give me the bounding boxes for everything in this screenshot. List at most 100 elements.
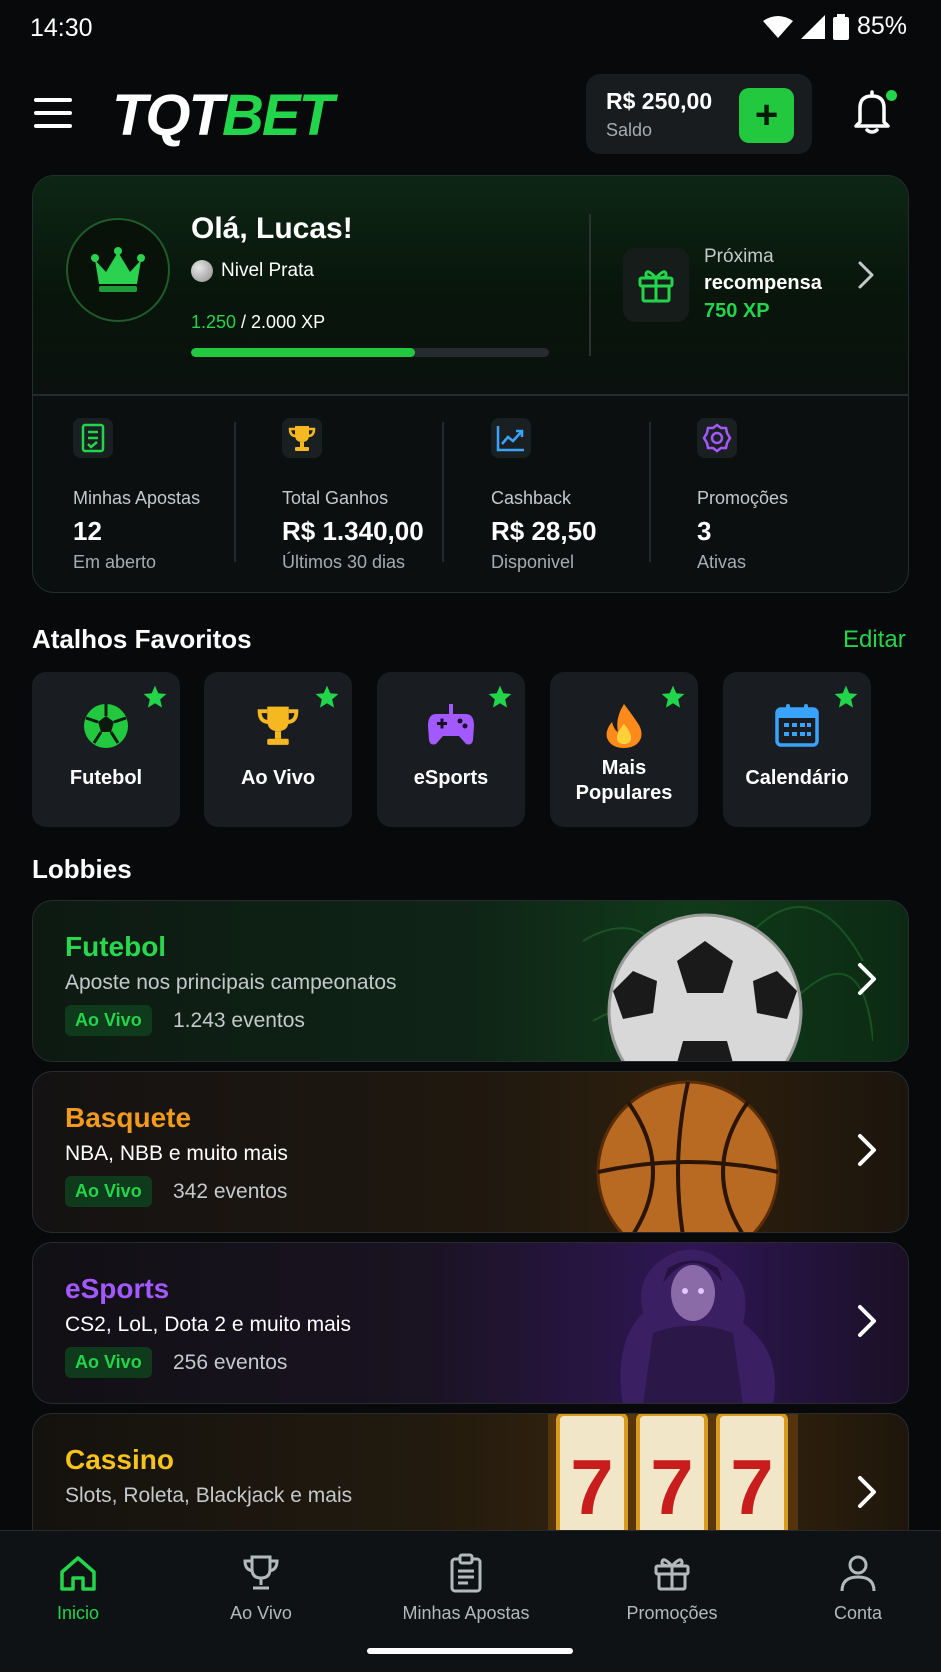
stat-label: Total Ganhos: [282, 488, 389, 508]
nav-minhas-apostas[interactable]: Minhas Apostas: [371, 1551, 561, 1624]
reward-gift-box[interactable]: [623, 248, 689, 322]
fire-icon: [606, 704, 642, 748]
lobby-title: Cassino: [65, 1444, 174, 1475]
stat-sub: Em aberto: [73, 552, 157, 572]
stat-sub: Ativas: [697, 552, 747, 572]
star-icon[interactable]: [142, 684, 168, 710]
chevron-right-icon[interactable]: [856, 961, 878, 997]
shortcuts-title: Atalhos Favoritos: [32, 624, 252, 654]
divider: [33, 394, 908, 396]
edit-shortcuts-link[interactable]: Editar: [843, 626, 906, 654]
nav-conta[interactable]: Conta: [763, 1551, 941, 1624]
soccer-ball-image: [582, 906, 873, 1061]
trophy-icon: [282, 418, 322, 458]
divider: [234, 422, 236, 562]
divider: [442, 422, 444, 562]
lobby-subtitle: NBA, NBB e muito mais: [65, 1142, 288, 1165]
live-badge: Ao Vivo: [65, 1005, 152, 1036]
lobby-futebol[interactable]: Futebol Aposte nos principais campeonato…: [32, 900, 909, 1062]
signal-icon: [800, 14, 825, 39]
xp-total: / 2.000 XP: [236, 312, 326, 332]
status-icons: 85%: [762, 12, 907, 41]
shortcut-label: Futebol: [69, 767, 143, 789]
badge-percent-icon: [697, 418, 737, 458]
shortcut-futebol[interactable]: Futebol: [32, 672, 180, 827]
home-indicator: [367, 1648, 573, 1654]
calendar-icon: [775, 704, 819, 747]
notification-dot: [886, 90, 897, 101]
lobby-subtitle: CS2, LoL, Dota 2 e muito mais: [65, 1313, 351, 1336]
star-icon[interactable]: [314, 684, 340, 710]
chevron-right-icon[interactable]: [856, 1474, 878, 1510]
level-badge-icon: [191, 260, 213, 282]
live-badge: Ao Vivo: [65, 1347, 152, 1378]
shortcut-ao-vivo[interactable]: Ao Vivo: [204, 672, 352, 827]
divider: [649, 422, 651, 562]
lobby-subtitle: Slots, Roleta, Blackjack e mais: [65, 1484, 353, 1507]
stat-minhas-apostas[interactable]: Minhas Apostas 12 Em aberto: [65, 406, 275, 576]
balance-card[interactable]: R$ 250,00 Saldo +: [586, 74, 812, 154]
reward-label: Próxima: [704, 246, 774, 267]
lobby-subtitle: Aposte nos principais campeonatos: [65, 971, 397, 994]
trophy-icon: [243, 1555, 279, 1590]
divider: [589, 214, 591, 356]
nav-label: Ao Vivo: [230, 1603, 292, 1623]
svg-text:7: 7: [570, 1443, 613, 1531]
nav-inicio[interactable]: Inicio: [0, 1551, 173, 1624]
ticket-icon: [73, 418, 113, 458]
event-count: 342 eventos: [173, 1180, 288, 1203]
nav-label: Conta: [833, 1603, 883, 1623]
nav-label: Minhas Apostas: [402, 1603, 530, 1623]
lobbies-title: Lobbies: [32, 854, 132, 884]
nav-ao-vivo[interactable]: Ao Vivo: [166, 1551, 356, 1624]
shortcut-label-line2: Populares: [575, 782, 673, 804]
shortcut-calendario[interactable]: Calendário: [723, 672, 871, 827]
shortcut-label-line1: Mais: [601, 757, 647, 779]
esports-character-image: [620, 1249, 775, 1403]
chevron-right-icon[interactable]: [856, 1132, 878, 1168]
lobby-title: Basquete: [65, 1102, 192, 1133]
lobby-basquete[interactable]: Basquete NBA, NBB e muito mais Ao Vivo 3…: [32, 1071, 909, 1233]
reward-xp: 750 XP: [704, 300, 770, 322]
balance-label: Saldo: [606, 120, 653, 140]
add-funds-button[interactable]: +: [739, 88, 794, 143]
star-icon[interactable]: [833, 684, 859, 710]
wifi-icon: [762, 15, 793, 38]
level-label: Nivel Prata: [191, 260, 314, 282]
xp-progress-bar: [191, 348, 549, 357]
live-badge: Ao Vivo: [65, 1176, 152, 1207]
user-icon: [840, 1555, 876, 1592]
event-count: 256 eventos: [173, 1351, 288, 1374]
star-icon[interactable]: [487, 684, 513, 710]
stat-sub: Disponivel: [491, 552, 575, 572]
chevron-right-icon[interactable]: [856, 1303, 878, 1339]
star-icon[interactable]: [660, 684, 686, 710]
battery-percent: 85%: [856, 12, 907, 40]
event-count: 1.243 eventos: [173, 1009, 305, 1032]
home-icon: [60, 1556, 96, 1591]
shortcut-mais-populares[interactable]: Mais Populares: [550, 672, 698, 827]
stat-cashback[interactable]: Cashback R$ 28,50 Disponivel: [483, 406, 693, 576]
balance-amount: R$ 250,00: [606, 88, 713, 114]
shortcut-label: Calendário: [745, 767, 849, 789]
xp-progress-fill: [191, 348, 415, 357]
stat-sub: Últimos 30 dias: [282, 552, 406, 572]
chevron-right-icon[interactable]: [857, 260, 875, 290]
avatar[interactable]: [66, 218, 170, 322]
stat-promocoes[interactable]: Promoções 3 Ativas: [689, 406, 899, 576]
lobby-title: eSports: [65, 1273, 170, 1304]
nav-promocoes[interactable]: Promoções: [577, 1551, 767, 1624]
soccer-ball-icon: [84, 704, 128, 748]
stat-value: R$ 1.340,00: [282, 516, 424, 546]
stat-label: Minhas Apostas: [73, 488, 201, 508]
xp-current: 1.250: [191, 312, 237, 332]
stat-label: Cashback: [491, 488, 572, 508]
stat-total-ganhos[interactable]: Total Ganhos R$ 1.340,00 Últimos 30 dias: [274, 406, 484, 576]
shortcut-esports[interactable]: eSports: [377, 672, 525, 827]
clipboard-icon: [450, 1553, 482, 1593]
profile-card: Olá, Lucas! Nivel Prata 1.250 / 2.000 XP…: [32, 175, 909, 593]
menu-button[interactable]: [34, 98, 72, 128]
app-logo[interactable]: TQTBET: [112, 82, 334, 149]
lobby-esports[interactable]: eSports CS2, LoL, Dota 2 e muito mais Ao…: [32, 1242, 909, 1404]
battery-icon: [832, 13, 849, 40]
